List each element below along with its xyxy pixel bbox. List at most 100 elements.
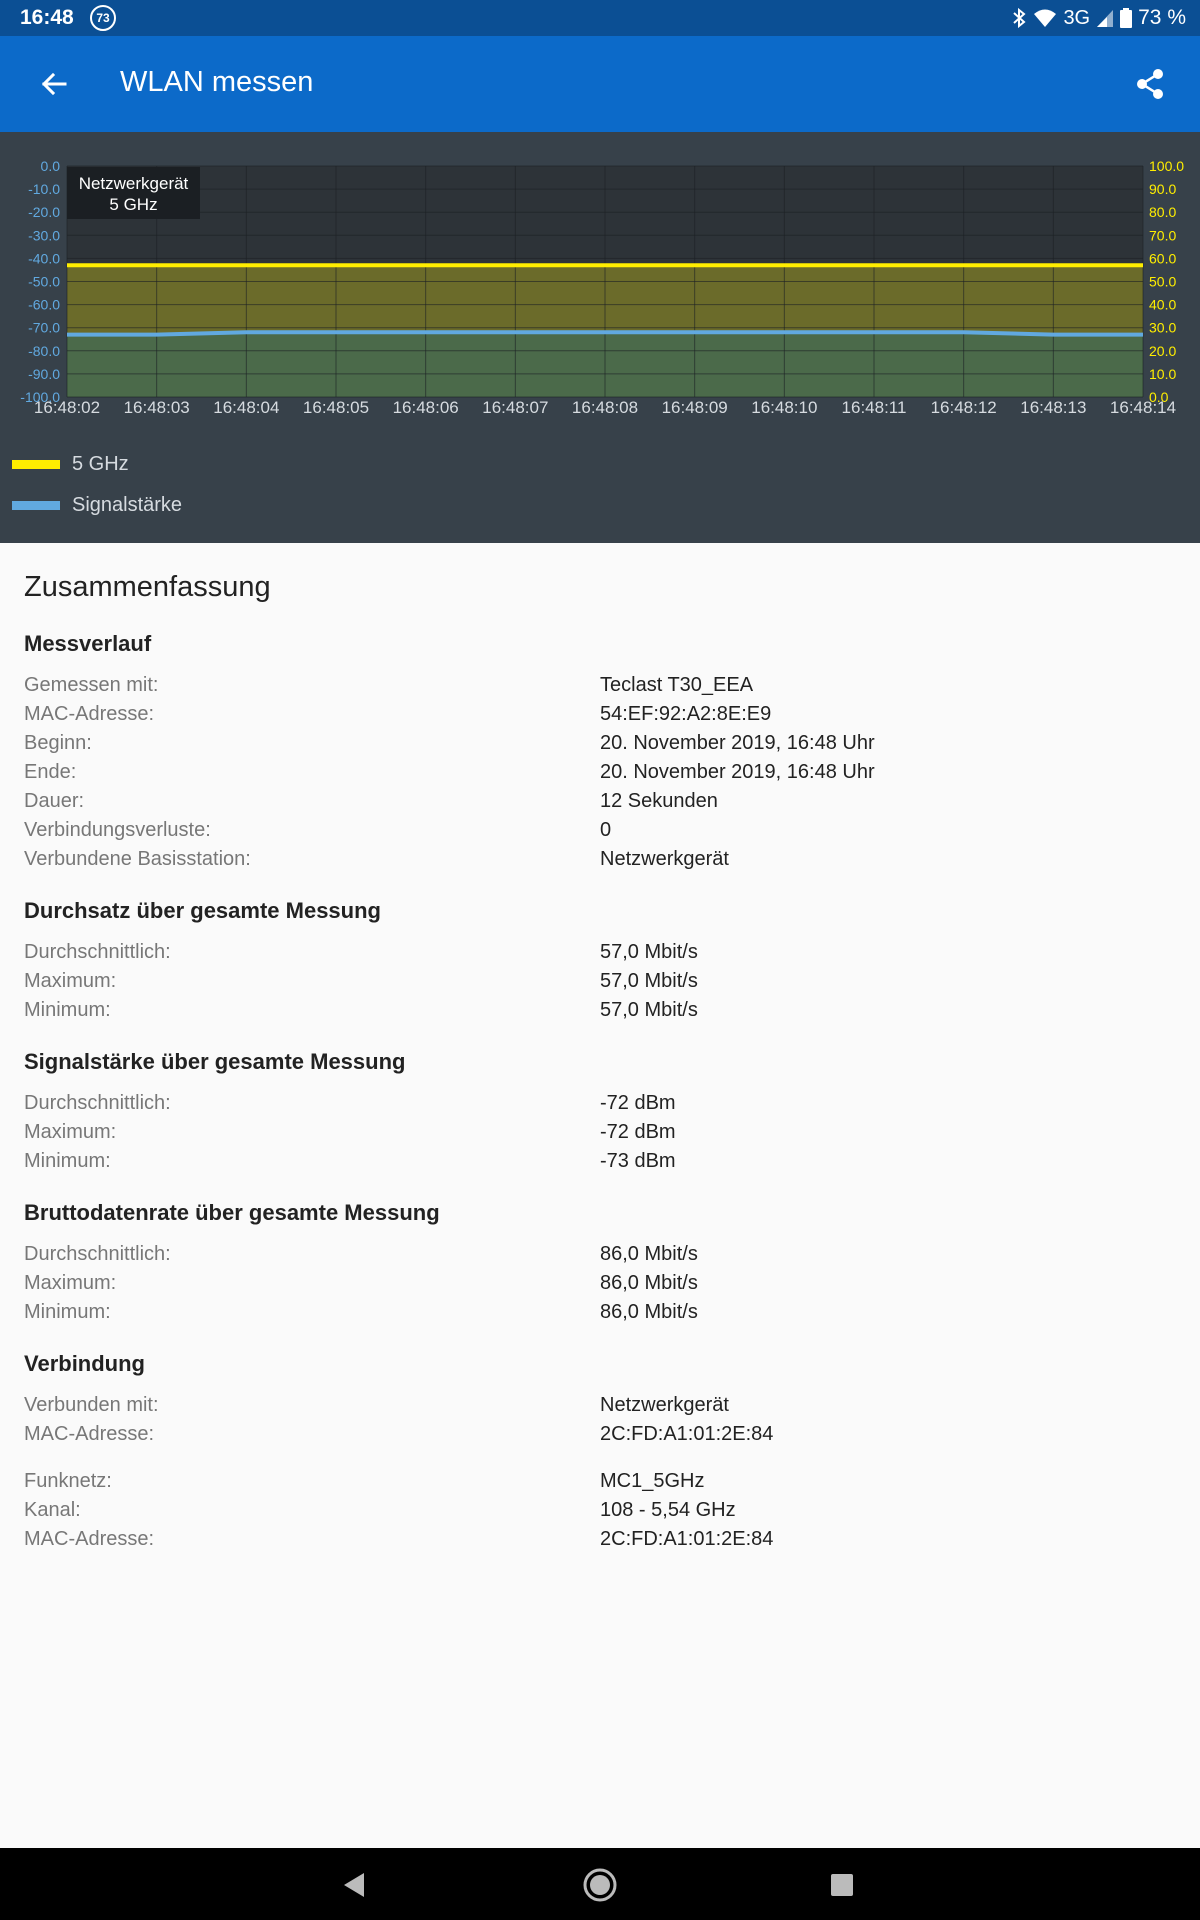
legend-label-signal: Signalstärke	[72, 494, 183, 516]
app-bar: WLAN messen	[0, 36, 1200, 132]
x-tick-label: 16:48:13	[1020, 398, 1086, 417]
status-bar: 16:48 73 3G 73 %	[0, 0, 1200, 36]
row-label: Verbunden mit:	[24, 1394, 159, 1416]
row-value: Teclast T30_EEA	[600, 674, 754, 696]
row-value: 12 Sekunden	[600, 790, 718, 812]
row-label: Maximum:	[24, 970, 117, 992]
y-right-tick-label: 40.0	[1149, 297, 1176, 313]
row-label: Maximum:	[24, 1272, 117, 1294]
legend-item-signal: Signalstärke	[12, 485, 182, 526]
summary-row: Ende: 20. November 2019, 16:48 Uhr	[24, 761, 1176, 790]
nav-recents-button[interactable]	[817, 1860, 867, 1910]
section-heading: Verbindung	[24, 1351, 145, 1376]
row-label: MAC-Adresse:	[24, 703, 155, 725]
summary-row: Verbundene Basisstation: Netzwerkgerät	[24, 848, 1176, 877]
row-label: Minimum:	[24, 1150, 111, 1172]
row-value: 20. November 2019, 16:48 Uhr	[600, 732, 875, 754]
row-value: Netzwerkgerät	[600, 848, 729, 870]
y-right-tick-label: 90.0	[1149, 181, 1176, 197]
nav-home-button[interactable]	[575, 1860, 625, 1910]
legend-swatch-signal	[12, 501, 60, 510]
nav-recents-icon	[831, 1874, 853, 1896]
y-right-tick-label: 50.0	[1149, 274, 1176, 290]
row-value: 0	[600, 819, 612, 841]
wifi-icon	[1033, 8, 1057, 28]
y-right-tick-label: 100.0	[1149, 158, 1184, 174]
x-tick-label: 16:48:03	[124, 398, 190, 417]
summary-row: Funknetz: MC1_5GHz	[24, 1470, 1176, 1499]
row-value: MC1_5GHz	[600, 1470, 705, 1492]
summary-row: Verbunden mit: Netzwerkgerät	[24, 1394, 1176, 1423]
y-left-tick-label: -50.0	[28, 274, 60, 290]
row-label: MAC-Adresse:	[24, 1423, 155, 1445]
section-heading: Durchsatz über gesamte Messung	[24, 898, 381, 923]
battery-level: 73 %	[1138, 6, 1186, 29]
navigation-bar	[0, 1848, 1200, 1920]
summary-row: Durchschnittlich: 86,0 Mbit/s	[24, 1243, 1176, 1272]
y-right-tick-label: 30.0	[1149, 320, 1176, 336]
summary-row: Durchschnittlich: 57,0 Mbit/s	[24, 941, 1176, 970]
summary-row: Maximum: -72 dBm	[24, 1121, 1176, 1150]
y-left-tick-label: -40.0	[28, 250, 60, 266]
y-left-tick-label: -30.0	[28, 227, 60, 243]
row-label: Ende:	[24, 761, 77, 783]
row-value: 86,0 Mbit/s	[600, 1272, 698, 1294]
row-value: 2C:FD:A1:01:2E:84	[600, 1423, 774, 1445]
section-heading: Messverlauf	[24, 631, 152, 656]
share-icon	[1137, 69, 1163, 99]
status-time: 16:48	[20, 6, 74, 29]
summary-row: Dauer: 12 Sekunden	[24, 790, 1176, 819]
x-tick-label: 16:48:04	[213, 398, 279, 417]
y-right-tick-label: 10.0	[1149, 366, 1176, 382]
chart-panel: 0.0 -10.0 -20.0 -30.0 -40.0 -50.0 -60.0 -70.0 -8…	[0, 132, 1200, 543]
network-type: 3G	[1063, 6, 1091, 29]
back-button[interactable]	[30, 60, 78, 108]
tooltip-line2: 5 GHz	[109, 195, 158, 214]
x-tick-label: 16:48:02	[34, 398, 100, 417]
nav-back-icon	[344, 1873, 364, 1897]
row-label: Durchschnittlich:	[24, 941, 171, 963]
nav-back-button[interactable]	[330, 1860, 380, 1910]
row-label: Verbindungsverluste:	[24, 819, 211, 841]
y-left-tick-label: -90.0	[28, 366, 60, 382]
row-label: Verbundene Basisstation:	[24, 848, 251, 870]
summary-row: Gemessen mit: Teclast T30_EEA	[24, 674, 1176, 703]
summary-row: Minimum: 57,0 Mbit/s	[24, 999, 1176, 1028]
page-title: WLAN messen	[120, 66, 314, 98]
row-label: Durchschnittlich:	[24, 1092, 171, 1114]
row-label: Gemessen mit:	[24, 674, 159, 696]
summary-row: Kanal: 108 - 5,54 GHz	[24, 1499, 1176, 1528]
summary-row: MAC-Adresse: 2C:FD:A1:01:2E:84	[24, 1423, 1176, 1452]
x-tick-label: 16:48:07	[482, 398, 548, 417]
row-value: 86,0 Mbit/s	[600, 1301, 698, 1323]
row-label: Dauer:	[24, 790, 85, 812]
section-heading: Bruttodatenrate über gesamte Messung	[24, 1200, 440, 1225]
tooltip-line1: Netzwerkgerät	[78, 174, 189, 193]
x-tick-label: 16:48:11	[842, 398, 907, 417]
row-value: 108 - 5,54 GHz	[600, 1499, 736, 1521]
bluetooth-icon	[1011, 7, 1027, 29]
row-value: 57,0 Mbit/s	[600, 970, 698, 992]
x-tick-label: 16:48:06	[393, 398, 459, 417]
row-value: Netzwerkgerät	[600, 1394, 729, 1416]
y-right-tick-label: 60.0	[1149, 250, 1176, 266]
y-left-tick-label: 0.0	[41, 158, 61, 174]
row-label: Beginn:	[24, 732, 92, 754]
nav-home-icon	[583, 1868, 617, 1902]
row-value: 2C:FD:A1:01:2E:84	[600, 1528, 774, 1550]
x-tick-label: 16:48:08	[572, 398, 638, 417]
summary-row: Maximum: 57,0 Mbit/s	[24, 970, 1176, 999]
y-left-tick-label: -20.0	[28, 204, 60, 220]
y-right-tick-label: 80.0	[1149, 204, 1176, 220]
row-value: 54:EF:92:A2:8E:E9	[600, 703, 772, 725]
summary-row: Minimum: -73 dBm	[24, 1150, 1176, 1179]
series-line-1	[67, 330, 1143, 337]
legend-label-5ghz: 5 GHz	[72, 453, 129, 475]
y-left-tick-label: -10.0	[28, 181, 60, 197]
summary-row: Minimum: 86,0 Mbit/s	[24, 1301, 1176, 1330]
share-button[interactable]	[1126, 60, 1174, 108]
summary-row: MAC-Adresse: 2C:FD:A1:01:2E:84	[24, 1528, 1176, 1557]
row-value: -73 dBm	[600, 1150, 676, 1172]
summary-row: Verbindungsverluste: 0	[24, 819, 1176, 848]
row-label: Minimum:	[24, 1301, 111, 1323]
